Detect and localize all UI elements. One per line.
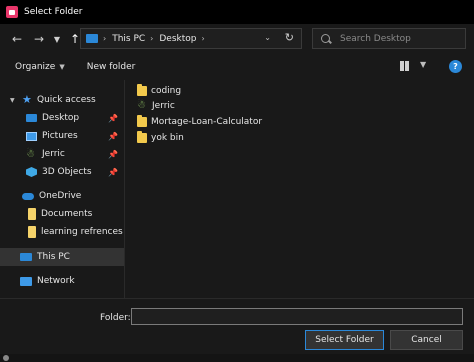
breadcrumb-separator-icon[interactable]: ›	[150, 34, 153, 43]
user-folder-icon: ☃	[137, 100, 146, 111]
address-bar[interactable]: › This PC › Desktop › ⌄ ↻	[80, 28, 302, 49]
app-icon	[6, 6, 18, 18]
new-folder-button[interactable]: New folder	[87, 62, 136, 72]
refresh-icon[interactable]: ↻	[285, 31, 294, 44]
arrow-left-icon: ←	[11, 32, 23, 46]
address-dropdown-icon[interactable]: ⌄	[264, 33, 271, 42]
sidebar-item-label: Quick access	[37, 95, 96, 105]
sidebar-item-label: Documents	[41, 209, 93, 219]
command-bar: Organize ▼ New folder ▼ ?	[0, 54, 474, 80]
breadcrumb-desktop[interactable]: Desktop	[159, 34, 196, 44]
pin-icon[interactable]: 📌	[108, 168, 118, 177]
list-item[interactable]: Mortage-Loan-Calculator	[137, 114, 262, 129]
breadcrumb-separator-icon[interactable]: ›	[202, 34, 205, 43]
forward-button[interactable]: →	[28, 28, 50, 50]
back-button[interactable]: ←	[6, 28, 28, 50]
search-box[interactable]	[312, 28, 466, 49]
chevron-down-icon[interactable]: ▼	[420, 60, 426, 69]
sidebar-item-network[interactable]: Network	[0, 272, 124, 290]
sidebar-item-label: learning refrences	[41, 227, 123, 237]
sidebar-item-this-pc[interactable]: This PC	[0, 248, 124, 266]
title-bar: Select Folder	[0, 0, 474, 24]
sidebar-item-label: 3D Objects	[42, 167, 92, 177]
file-name: yok bin	[151, 132, 184, 143]
file-name: coding	[151, 85, 182, 96]
sidebar-item-label: Network	[37, 276, 75, 286]
sidebar-item-label: This PC	[37, 252, 70, 262]
3d-objects-icon	[26, 167, 37, 177]
folder-field[interactable]	[131, 308, 463, 325]
file-list: coding ☃ Jerric Mortage-Loan-Calculator …	[124, 80, 474, 298]
pictures-icon	[26, 131, 37, 141]
chevron-down-icon: ▼	[59, 63, 65, 71]
sidebar-item-jerric[interactable]: ☃ Jerric 📌	[0, 145, 124, 163]
organize-button[interactable]: Organize ▼	[15, 62, 65, 72]
chevron-down-icon: ▼	[53, 34, 61, 44]
desktop-icon	[26, 114, 37, 122]
sidebar-item-label: OneDrive	[39, 191, 82, 201]
sidebar-item-desktop[interactable]: Desktop 📌	[0, 109, 124, 127]
pin-icon[interactable]: 📌	[108, 150, 118, 159]
breadcrumb-this-pc[interactable]: This PC	[112, 34, 145, 44]
help-icon[interactable]: ?	[449, 60, 462, 73]
pin-icon[interactable]: 📌	[108, 114, 118, 123]
network-icon	[20, 276, 32, 286]
user-folder-icon: ☃	[26, 148, 35, 160]
sidebar-item-3d-objects[interactable]: 3D Objects 📌	[0, 163, 124, 181]
view-options-icon[interactable]	[400, 61, 410, 71]
sidebar-item-onedrive[interactable]: OneDrive	[0, 187, 124, 205]
sidebar-item-label: Jerric	[42, 149, 65, 159]
organize-label: Organize	[15, 62, 56, 72]
pin-icon[interactable]: 📌	[108, 132, 118, 141]
pc-icon	[20, 253, 32, 261]
sidebar-item-pictures[interactable]: Pictures 📌	[0, 127, 124, 145]
pc-icon	[86, 34, 98, 43]
arrow-up-icon: ↑	[69, 32, 81, 46]
status-dot-icon	[3, 355, 9, 361]
breadcrumb-separator-icon[interactable]: ›	[103, 34, 106, 43]
sidebar-item-label: Pictures	[42, 131, 78, 141]
search-input[interactable]	[340, 33, 460, 44]
expand-chevron-icon[interactable]: ▼	[10, 97, 15, 104]
star-icon: ★	[22, 93, 32, 106]
background-strip	[0, 354, 474, 362]
folder-icon	[137, 83, 147, 96]
file-name: Jerric	[152, 100, 175, 111]
footer-panel: Folder: Select Folder Cancel	[0, 298, 474, 354]
navigation-pane: ▼ ★ Quick access Desktop 📌 Pictures 📌 ☃ …	[0, 80, 124, 298]
list-item[interactable]: ☃ Jerric	[137, 98, 175, 113]
sidebar-item-quick-access[interactable]: ▼ ★ Quick access	[0, 91, 124, 109]
folder-icon	[137, 130, 147, 143]
sidebar-item-learning-refrences[interactable]: learning refrences	[0, 223, 124, 241]
navigation-bar: ← → ▼ ↑ › This PC › Desktop › ⌄ ↻	[0, 24, 474, 54]
select-folder-button[interactable]: Select Folder	[305, 330, 384, 350]
folder-label: Folder:	[100, 313, 131, 323]
window-title: Select Folder	[24, 7, 83, 17]
sidebar-item-documents[interactable]: Documents	[0, 205, 124, 223]
folder-icon	[28, 226, 36, 238]
cancel-button[interactable]: Cancel	[390, 330, 463, 350]
file-name: Mortage-Loan-Calculator	[151, 116, 263, 127]
list-item[interactable]: yok bin	[137, 130, 184, 145]
recent-locations-button[interactable]: ▼	[50, 28, 64, 50]
list-item[interactable]: coding	[137, 83, 181, 98]
folder-icon	[28, 208, 36, 220]
new-folder-label: New folder	[86, 62, 136, 72]
sidebar-item-label: Desktop	[42, 113, 80, 123]
cloud-icon	[22, 192, 34, 200]
search-icon	[321, 34, 330, 43]
arrow-right-icon: →	[33, 32, 45, 46]
folder-icon	[137, 114, 147, 127]
